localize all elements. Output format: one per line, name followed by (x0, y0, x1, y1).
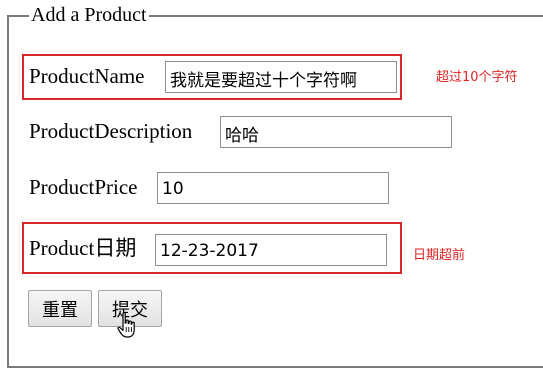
product-price-input[interactable] (157, 172, 389, 204)
product-date-input[interactable] (155, 234, 387, 266)
date-error-annotation: 日期超前 (413, 248, 466, 263)
hand-pointer-icon (117, 312, 135, 338)
name-error-annotation: 超过10个字符 (436, 70, 518, 85)
product-name-label: ProductName (29, 64, 145, 88)
product-date-label: Product日期 (29, 236, 137, 260)
product-price-label: ProductPrice (29, 175, 138, 199)
product-description-label: ProductDescription (29, 119, 193, 143)
product-name-input[interactable] (165, 61, 397, 93)
product-description-input[interactable] (220, 116, 452, 148)
reset-button[interactable]: 重置 (28, 290, 92, 327)
form-legend: Add a Product (29, 3, 149, 27)
